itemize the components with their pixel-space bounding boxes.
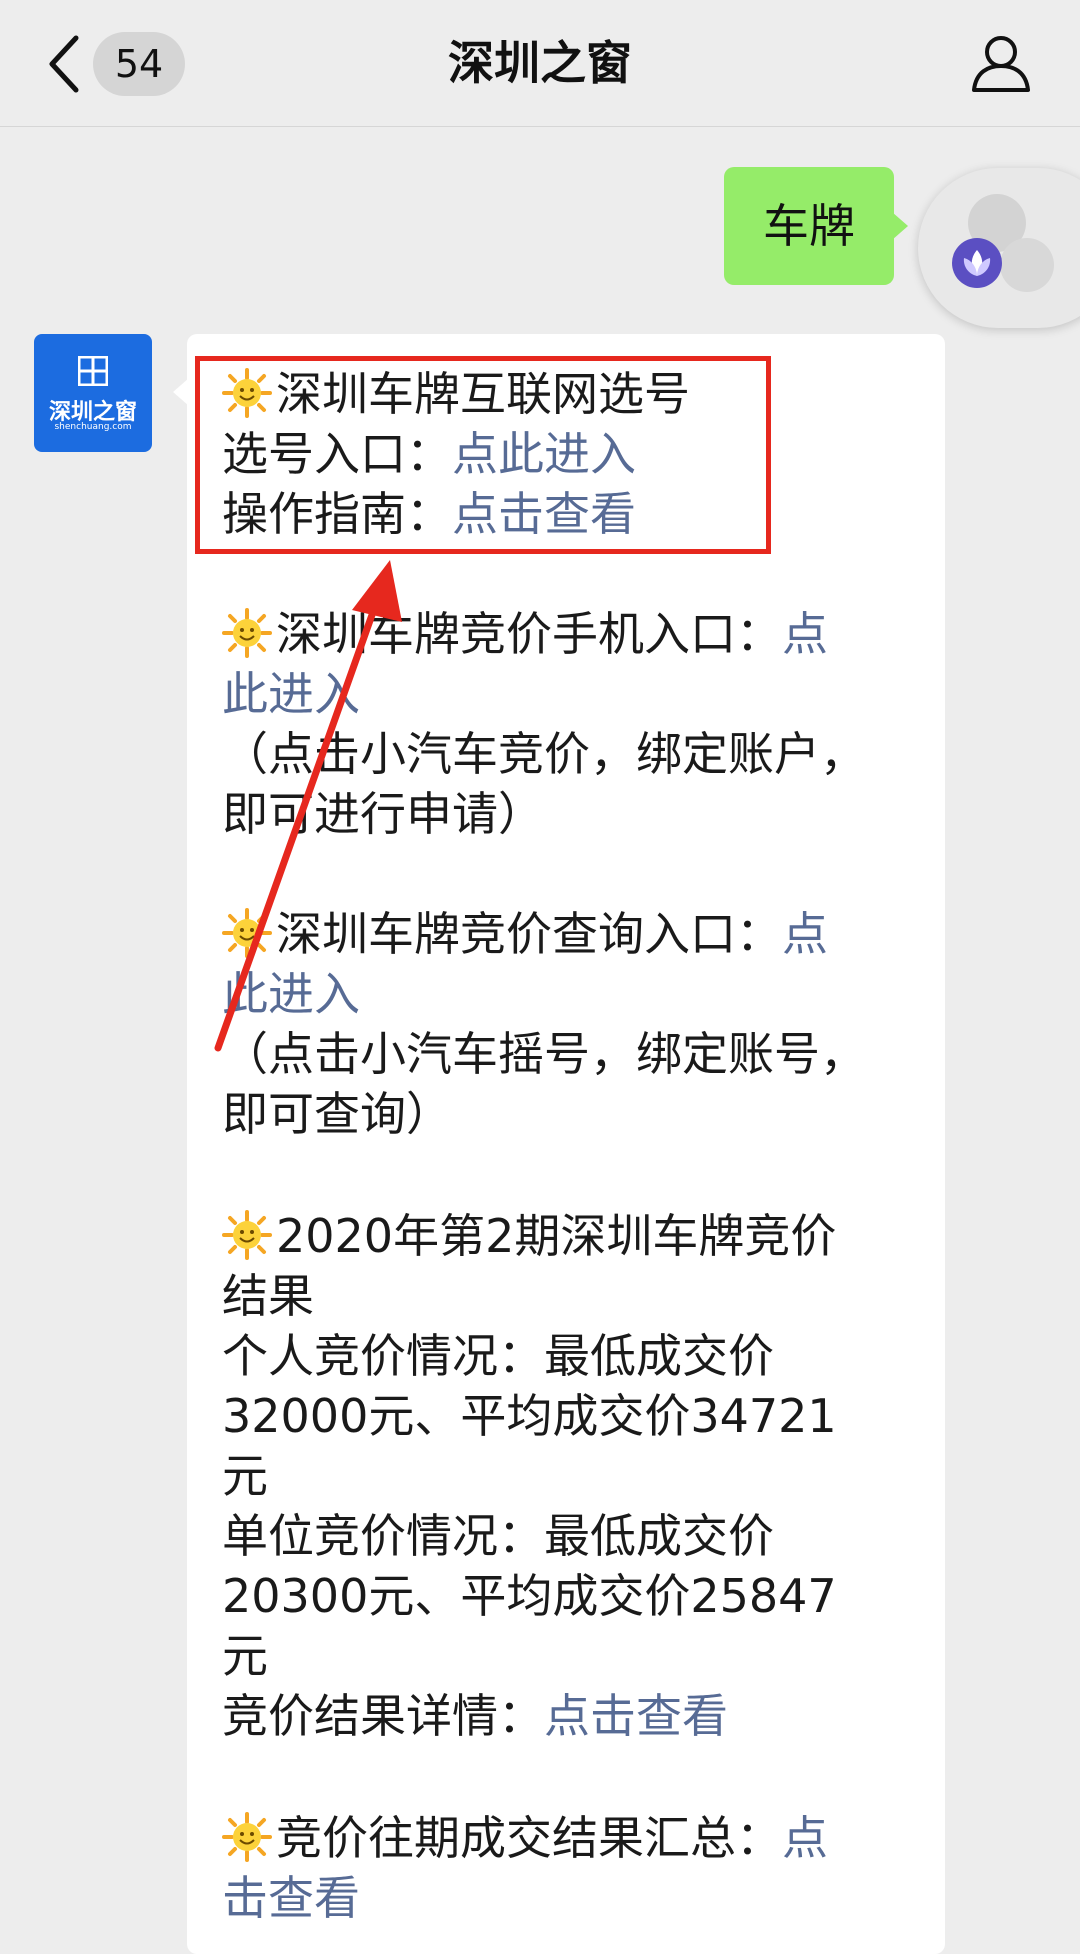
link-icon bbox=[1000, 238, 1054, 292]
result-label: 竞价结果详情： bbox=[222, 1689, 544, 1743]
mobile-entry-link-cont[interactable]: 此进入 bbox=[222, 667, 360, 721]
message-line: 深圳车牌竞价查询入口：点 bbox=[222, 904, 828, 964]
mobile-entry-link[interactable]: 点 bbox=[782, 607, 828, 661]
query-entry-link-cont[interactable]: 此进入 bbox=[222, 967, 360, 1021]
message-line: 即可进行申请） bbox=[222, 787, 544, 841]
sun-emoji-icon bbox=[222, 1210, 272, 1260]
message-line: 元 bbox=[222, 1449, 268, 1503]
highlight-box bbox=[195, 356, 771, 554]
message-line: 深圳车牌竞价手机入口：点 bbox=[222, 604, 828, 664]
message-line: 竞价往期成交结果汇总：点 bbox=[222, 1808, 828, 1868]
history-results-link-cont[interactable]: 击查看 bbox=[222, 1871, 360, 1925]
message-line: 20300元、平均成交价25847 bbox=[222, 1569, 837, 1623]
block-title: 深圳车牌竞价查询入口： bbox=[276, 907, 782, 961]
avatar-sublabel: shenchuang.com bbox=[54, 422, 132, 432]
message-line: 此进入 bbox=[222, 664, 360, 724]
sun-emoji-icon bbox=[222, 1812, 272, 1862]
message-line: 个人竞价情况：最低成交价 bbox=[222, 1329, 774, 1383]
message-line: （点击小汽车摇号，绑定账号， bbox=[222, 1027, 866, 1081]
message-line: （点击小汽车竞价，绑定账户， bbox=[222, 727, 866, 781]
result-detail-link[interactable]: 点击查看 bbox=[544, 1689, 728, 1743]
block-title: 深圳车牌竞价手机入口： bbox=[276, 607, 782, 661]
message-line: 结果 bbox=[222, 1269, 314, 1323]
message-line: 单位竞价情况：最低成交价 bbox=[222, 1509, 774, 1563]
message-line: 即可查询） bbox=[222, 1087, 452, 1141]
message-line: 竞价结果详情：点击查看 bbox=[222, 1686, 728, 1746]
floating-assistant-widget[interactable] bbox=[918, 168, 1080, 328]
window-logo-icon bbox=[78, 356, 108, 386]
sent-message-bubble[interactable]: 车牌 bbox=[724, 167, 894, 285]
received-bubble-tail bbox=[173, 378, 189, 406]
message-line: 此进入 bbox=[222, 964, 360, 1024]
leaf-icon bbox=[952, 238, 1002, 288]
chat-title: 深圳之窗 bbox=[448, 36, 632, 90]
sender-avatar[interactable]: 深圳之窗 shenchuang.com bbox=[34, 334, 152, 452]
message-line: 元 bbox=[222, 1629, 268, 1683]
block-title: 2020年第2期深圳车牌竞价 bbox=[276, 1209, 837, 1263]
sun-emoji-icon bbox=[222, 608, 272, 658]
profile-icon[interactable] bbox=[970, 32, 1032, 94]
block-title: 竞价往期成交结果汇总： bbox=[276, 1811, 782, 1865]
message-line: 击查看 bbox=[222, 1868, 360, 1928]
nav-header: 54 深圳之窗 bbox=[0, 0, 1080, 127]
sent-bubble-tail bbox=[892, 212, 908, 240]
history-results-link[interactable]: 点 bbox=[782, 1811, 828, 1865]
message-line: 2020年第2期深圳车牌竞价 bbox=[222, 1206, 836, 1266]
sun-emoji-icon bbox=[222, 908, 272, 958]
message-line: 32000元、平均成交价34721 bbox=[222, 1389, 837, 1443]
query-entry-link[interactable]: 点 bbox=[782, 907, 828, 961]
